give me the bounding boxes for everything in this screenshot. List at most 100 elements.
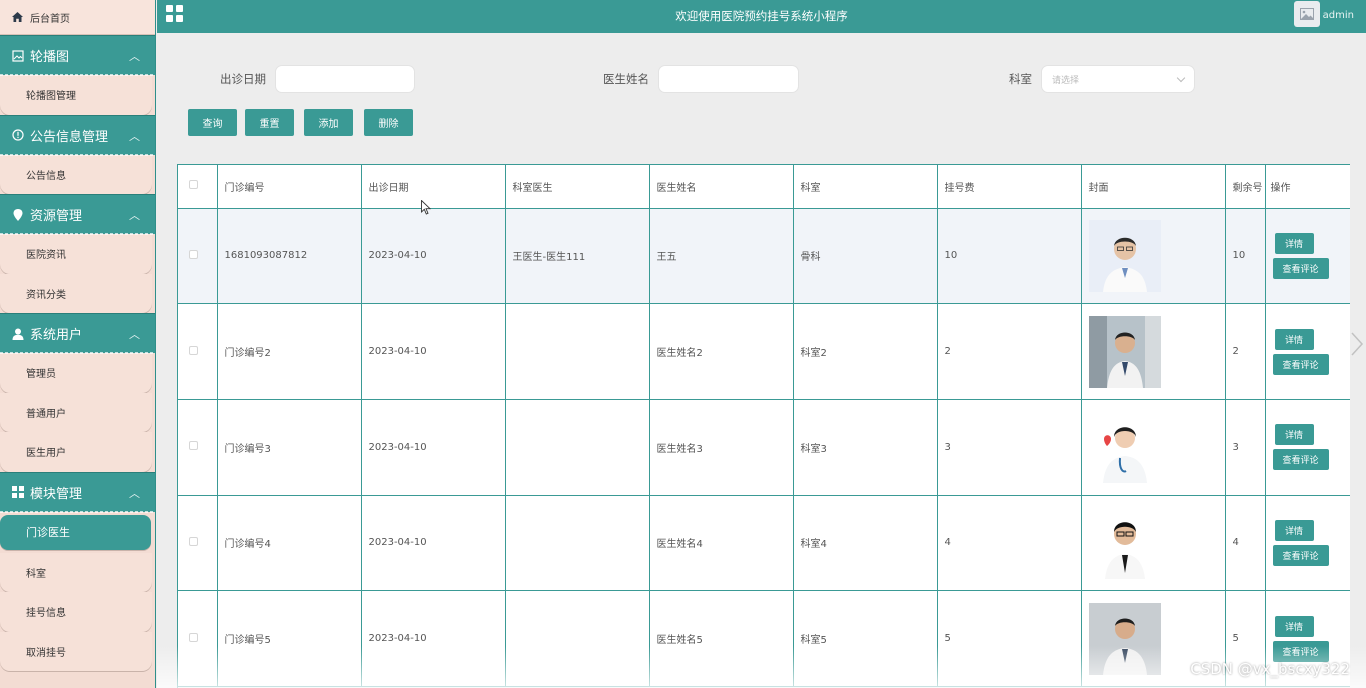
query-button[interactable]: 查询 xyxy=(188,109,237,136)
home-icon xyxy=(12,12,23,22)
row-checkbox[interactable] xyxy=(189,249,198,259)
reset-button[interactable]: 重置 xyxy=(245,109,294,136)
department-cell: 科室3 xyxy=(793,399,938,496)
sidebar-item-label: 医生用户 xyxy=(26,448,66,460)
detail-button[interactable]: 详情 xyxy=(1274,328,1314,350)
image-placeholder-icon xyxy=(1300,8,1314,20)
view-reviews-button[interactable]: 查看评论 xyxy=(1272,353,1329,375)
dept-doctor-cell xyxy=(505,495,650,592)
sidebar-group-label: 公告信息管理 xyxy=(30,129,109,145)
sidebar-group-modules[interactable]: 模块管理 ︿ xyxy=(0,471,155,513)
dept-doctor-cell xyxy=(505,303,650,400)
sidebar-item-cancel-registration[interactable]: 取消挂号 xyxy=(0,631,152,671)
sidebar-item-registration[interactable]: 挂号信息 xyxy=(0,592,152,632)
table-row[interactable]: 门诊编号2 2023-04-10 医生姓名2 科室2 2 2 详情 查看评论 xyxy=(178,303,1350,400)
detail-button[interactable]: 详情 xyxy=(1274,519,1314,541)
chevron-right-icon[interactable] xyxy=(1350,332,1364,356)
doctor-photo[interactable] xyxy=(1088,411,1161,484)
detail-button[interactable]: 详情 xyxy=(1274,232,1314,254)
sidebar-item-label: 普通用户 xyxy=(26,408,66,420)
grid-icon xyxy=(11,486,24,499)
sidebar-item-label: 医院资讯 xyxy=(26,250,66,262)
date-input[interactable] xyxy=(275,65,415,93)
row-checkbox[interactable] xyxy=(189,345,198,355)
top-bar: 欢迎使用医院预约挂号系统小程序 admin xyxy=(157,0,1366,33)
doctor-name-cell: 医生姓名2 xyxy=(649,303,794,400)
sidebar-item-news-category[interactable]: 资讯分类 xyxy=(0,273,152,313)
date-label: 出诊日期 xyxy=(220,72,266,86)
department-cell: 科室5 xyxy=(793,590,938,687)
sidebar-item-admin[interactable]: 管理员 xyxy=(0,353,152,393)
sidebar-item-label: 挂号信息 xyxy=(26,608,66,620)
row-checkbox[interactable] xyxy=(189,632,198,642)
column-header: 出诊日期 xyxy=(361,165,506,209)
sidebar-item-notice[interactable]: 公告信息 xyxy=(0,154,152,194)
cover-cell xyxy=(1081,399,1226,496)
location-icon xyxy=(11,208,24,221)
sidebar-group-notice[interactable]: 公告信息管理 ︿ xyxy=(0,114,155,156)
view-reviews-button[interactable]: 查看评论 xyxy=(1272,257,1329,279)
cover-cell xyxy=(1081,208,1226,305)
sidebar-item-department[interactable]: 科室 xyxy=(0,552,152,592)
sidebar-group-label: 模块管理 xyxy=(30,486,83,502)
date-cell: 2023-04-10 xyxy=(361,495,506,592)
table-row[interactable]: 1681093087812 2023-04-10 王医生-医生111 王五 骨科… xyxy=(178,208,1350,305)
view-reviews-button[interactable]: 查看评论 xyxy=(1272,449,1329,471)
select-all-cell xyxy=(178,165,218,209)
chevron-up-icon: ︿ xyxy=(129,328,140,341)
clinic-id-cell: 门诊编号2 xyxy=(217,303,362,400)
avatar[interactable] xyxy=(1294,1,1320,27)
column-header: 科室医生 xyxy=(505,165,650,209)
date-cell: 2023-04-10 xyxy=(361,590,506,687)
doctor-photo[interactable] xyxy=(1088,602,1161,675)
column-header: 操作 xyxy=(1265,165,1350,209)
date-cell: 2023-04-10 xyxy=(361,303,506,400)
row-checkbox[interactable] xyxy=(189,536,198,546)
table-header-row: 门诊编号 出诊日期 科室医生 医生姓名 科室 挂号费 封面 剩余号 操作 xyxy=(178,165,1350,209)
column-header: 科室 xyxy=(793,165,938,209)
doctor-photo[interactable] xyxy=(1088,315,1161,388)
column-header: 剩余号 xyxy=(1225,165,1266,209)
delete-button[interactable]: 删除 xyxy=(364,109,413,136)
sidebar-group-users[interactable]: 系统用户 ︿ xyxy=(0,313,155,354)
fee-cell: 3 xyxy=(937,399,1082,496)
sidebar-item-normal-user[interactable]: 普通用户 xyxy=(0,392,152,432)
chevron-down-icon xyxy=(1176,73,1186,83)
sidebar-group-resource[interactable]: 资源管理 ︿ xyxy=(0,194,155,235)
department-select[interactable]: 请选择 xyxy=(1041,65,1195,93)
table-row[interactable]: 门诊编号3 2023-04-10 医生姓名3 科室3 3 3 详情 查看评论 xyxy=(178,399,1350,496)
row-checkbox[interactable] xyxy=(189,441,198,451)
sidebar-item-label: 公告信息 xyxy=(26,170,66,182)
remaining-cell: 2 xyxy=(1225,303,1266,400)
view-reviews-button[interactable]: 查看评论 xyxy=(1272,544,1329,566)
table-row[interactable]: 门诊编号5 2023-04-10 医生姓名5 科室5 5 5 详情 查看评论 xyxy=(178,590,1350,687)
sidebar-item-doctor-user[interactable]: 医生用户 xyxy=(0,432,152,472)
department-label: 科室 xyxy=(1009,72,1032,86)
detail-button[interactable]: 详情 xyxy=(1274,615,1314,637)
table-row[interactable]: 门诊编号4 2023-04-10 医生姓名4 科室4 4 4 详情 查看评论 xyxy=(178,495,1350,592)
sidebar: 后台首页 轮播图 ︿ 轮播图管理 公告信息管理 ︿ 公告信息 资源管理 ︿ 医院… xyxy=(0,0,156,688)
date-cell: 2023-04-10 xyxy=(361,208,506,305)
add-button[interactable]: 添加 xyxy=(304,109,353,136)
sidebar-item-home[interactable]: 后台首页 xyxy=(0,0,155,35)
column-header: 封面 xyxy=(1081,165,1226,209)
mouse-cursor-icon xyxy=(421,200,431,215)
sidebar-item-clinic-doctor[interactable]: 门诊医生 xyxy=(0,514,151,550)
detail-button[interactable]: 详情 xyxy=(1274,424,1314,446)
select-all-checkbox[interactable] xyxy=(189,180,198,190)
doctor-photo[interactable] xyxy=(1088,506,1161,579)
remaining-cell: 10 xyxy=(1225,208,1266,305)
sidebar-item-carousel-manage[interactable]: 轮播图管理 xyxy=(0,75,152,115)
sidebar-group-carousel[interactable]: 轮播图 ︿ xyxy=(0,35,155,76)
view-reviews-button[interactable]: 查看评论 xyxy=(1272,640,1329,662)
sidebar-item-label: 科室 xyxy=(26,568,46,580)
doctor-name-input[interactable] xyxy=(658,65,799,93)
actions-cell: 详情 查看评论 xyxy=(1265,495,1350,592)
doctor-photo[interactable] xyxy=(1088,219,1161,292)
info-icon xyxy=(11,129,24,142)
remaining-cell: 4 xyxy=(1225,495,1266,592)
date-cell: 2023-04-10 xyxy=(361,399,506,496)
department-cell: 科室4 xyxy=(793,495,938,592)
sidebar-item-hospital-news[interactable]: 医院资讯 xyxy=(0,234,152,274)
username[interactable]: admin xyxy=(1323,10,1354,21)
